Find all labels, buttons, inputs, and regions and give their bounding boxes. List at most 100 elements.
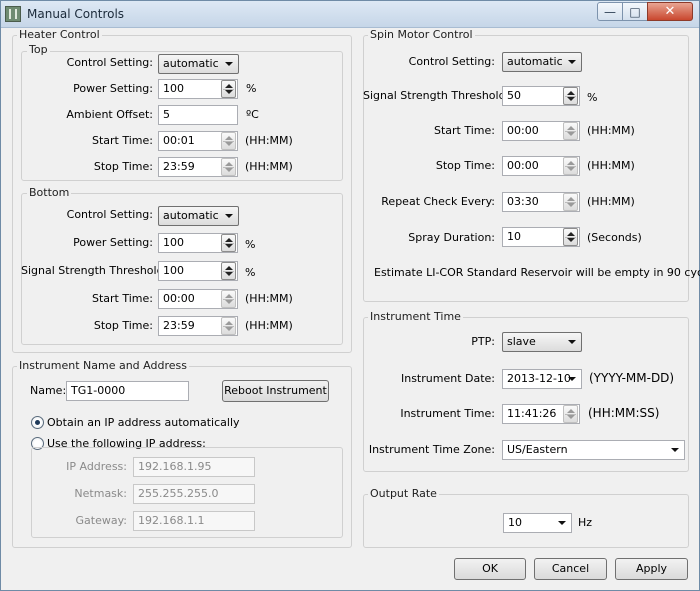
repeat-check-spinner[interactable]: 03:30 <box>502 192 580 212</box>
spin-signal-threshold-label: Signal Strength Threshold: <box>363 89 510 102</box>
time-zone-label: Instrument Time Zone: <box>368 443 495 456</box>
top-stop-time-label: Stop Time: <box>93 160 153 173</box>
arrow-up-icon[interactable] <box>567 91 575 95</box>
spin-motor-control-title: Spin Motor Control <box>368 28 475 41</box>
top-control-setting-select[interactable]: automatic <box>158 54 239 74</box>
arrow-down-icon[interactable] <box>567 167 575 171</box>
spinner-arrows[interactable] <box>563 228 578 246</box>
bottom-signal-threshold-unit: % <box>245 266 256 279</box>
arrow-down-icon[interactable] <box>567 203 575 207</box>
spin-stop-time-label: Stop Time: <box>435 159 495 172</box>
maximize-button[interactable]: □ <box>622 2 648 21</box>
spray-duration-spinner[interactable]: 10 <box>502 227 580 247</box>
instrument-name-address-title: Instrument Name and Address <box>17 359 189 372</box>
obtain-ip-auto-radio[interactable] <box>31 416 44 429</box>
minimize-button[interactable]: — <box>597 2 623 21</box>
bottom-control-setting-select[interactable]: automatic <box>158 206 239 226</box>
bottom-start-time-label: Start Time: <box>92 292 153 305</box>
arrow-down-icon[interactable] <box>225 327 233 331</box>
top-ambient-offset-label: Ambient Offset: <box>66 108 153 121</box>
spinner-arrows[interactable] <box>563 157 578 175</box>
arrow-up-icon[interactable] <box>225 294 233 298</box>
spinner-arrows[interactable] <box>221 234 236 252</box>
arrow-up-icon[interactable] <box>225 266 233 270</box>
spinner-arrows[interactable] <box>221 262 236 280</box>
spin-signal-threshold-spinner[interactable]: 50 <box>502 86 580 106</box>
gateway-field[interactable]: 192.168.1.1 <box>133 511 255 531</box>
chevron-down-icon <box>568 340 576 344</box>
spinner-arrows[interactable] <box>563 87 578 105</box>
ptp-select[interactable]: slave <box>502 332 582 352</box>
spinner-arrows[interactable] <box>221 80 236 98</box>
arrow-down-icon[interactable] <box>567 238 575 242</box>
top-start-time-spinner[interactable]: 00:01 <box>158 131 238 151</box>
arrow-down-icon[interactable] <box>567 97 575 101</box>
arrow-up-icon[interactable] <box>567 126 575 130</box>
arrow-down-icon[interactable] <box>225 90 233 94</box>
repeat-check-unit: (HH:MM) <box>587 195 635 208</box>
apply-button[interactable]: Apply <box>615 558 688 580</box>
bottom-stop-time-spinner[interactable]: 23:59 <box>158 316 238 336</box>
ok-button[interactable]: OK <box>454 558 526 580</box>
arrow-down-icon[interactable] <box>225 272 233 276</box>
close-button[interactable]: ✕ <box>647 2 693 21</box>
bottom-start-time-spinner[interactable]: 00:00 <box>158 289 238 309</box>
bottom-power-setting-spinner[interactable]: 100 <box>158 233 238 253</box>
output-rate-select[interactable]: 10 <box>503 513 572 533</box>
output-rate-unit: Hz <box>578 516 593 529</box>
arrow-down-icon[interactable] <box>225 300 233 304</box>
obtain-ip-auto-label[interactable]: Obtain an IP address automatically <box>47 415 240 431</box>
netmask-field[interactable]: 255.255.255.0 <box>133 484 255 504</box>
spinner-arrows[interactable] <box>563 405 578 423</box>
instrument-date-label: Instrument Date: <box>400 372 495 385</box>
window-title: Manual Controls <box>27 7 125 21</box>
arrow-down-icon[interactable] <box>225 142 233 146</box>
title-bar[interactable]: Manual Controls — □ ✕ <box>1 1 699 28</box>
arrow-up-icon[interactable] <box>567 161 575 165</box>
arrow-down-icon[interactable] <box>567 132 575 136</box>
arrow-up-icon[interactable] <box>225 136 233 140</box>
arrow-up-icon[interactable] <box>225 84 233 88</box>
heater-control-title: Heater Control <box>17 28 102 41</box>
bottom-power-setting-label: Power Setting: <box>73 236 153 249</box>
ip-address-field[interactable]: 192.168.1.95 <box>133 457 255 477</box>
spinner-arrows[interactable] <box>221 158 236 176</box>
spin-control-setting-label: Control Setting: <box>408 55 495 68</box>
spin-signal-threshold-unit: % <box>587 91 598 104</box>
arrow-up-icon[interactable] <box>225 321 233 325</box>
spinner-arrows[interactable] <box>563 193 578 211</box>
spin-start-time-spinner[interactable]: 00:00 <box>502 121 580 141</box>
name-field[interactable]: TG1-0000 <box>66 381 189 401</box>
spinner-arrows[interactable] <box>221 290 236 308</box>
instrument-date-value: 2013-12-10 <box>507 372 571 385</box>
chevron-down-icon <box>225 62 233 66</box>
spin-control-setting-select[interactable]: automatic <box>502 52 582 72</box>
instrument-date-picker[interactable]: 2013-12-10 <box>502 369 582 389</box>
spinner-arrows[interactable] <box>221 317 236 335</box>
top-control-setting-label: Control Setting: <box>66 56 153 69</box>
arrow-up-icon[interactable] <box>567 409 575 413</box>
spin-stop-time-unit: (HH:MM) <box>587 159 635 172</box>
instrument-time-spinner[interactable]: 11:41:26 <box>502 404 580 424</box>
arrow-up-icon[interactable] <box>225 162 233 166</box>
arrow-up-icon[interactable] <box>225 238 233 242</box>
top-stop-time-spinner[interactable]: 23:59 <box>158 157 238 177</box>
reboot-instrument-button[interactable]: Reboot Instrument <box>222 380 329 402</box>
arrow-up-icon[interactable] <box>567 232 575 236</box>
netmask-label: Netmask: <box>74 487 127 500</box>
spinner-arrows[interactable] <box>563 122 578 140</box>
top-ambient-offset-field[interactable]: 5 <box>158 105 238 125</box>
cancel-button[interactable]: Cancel <box>534 558 607 580</box>
time-zone-select[interactable]: US/Eastern <box>502 440 685 460</box>
arrow-down-icon[interactable] <box>567 415 575 419</box>
top-start-time-unit: (HH:MM) <box>245 134 293 147</box>
spin-stop-time-spinner[interactable]: 00:00 <box>502 156 580 176</box>
spinner-arrows[interactable] <box>221 132 236 150</box>
bottom-signal-threshold-spinner[interactable]: 100 <box>158 261 238 281</box>
arrow-down-icon[interactable] <box>225 168 233 172</box>
spin-start-time-unit: (HH:MM) <box>587 124 635 137</box>
arrow-up-icon[interactable] <box>567 197 575 201</box>
top-control-setting-value: automatic <box>163 57 219 70</box>
top-power-setting-spinner[interactable]: 100 <box>158 79 238 99</box>
arrow-down-icon[interactable] <box>225 244 233 248</box>
